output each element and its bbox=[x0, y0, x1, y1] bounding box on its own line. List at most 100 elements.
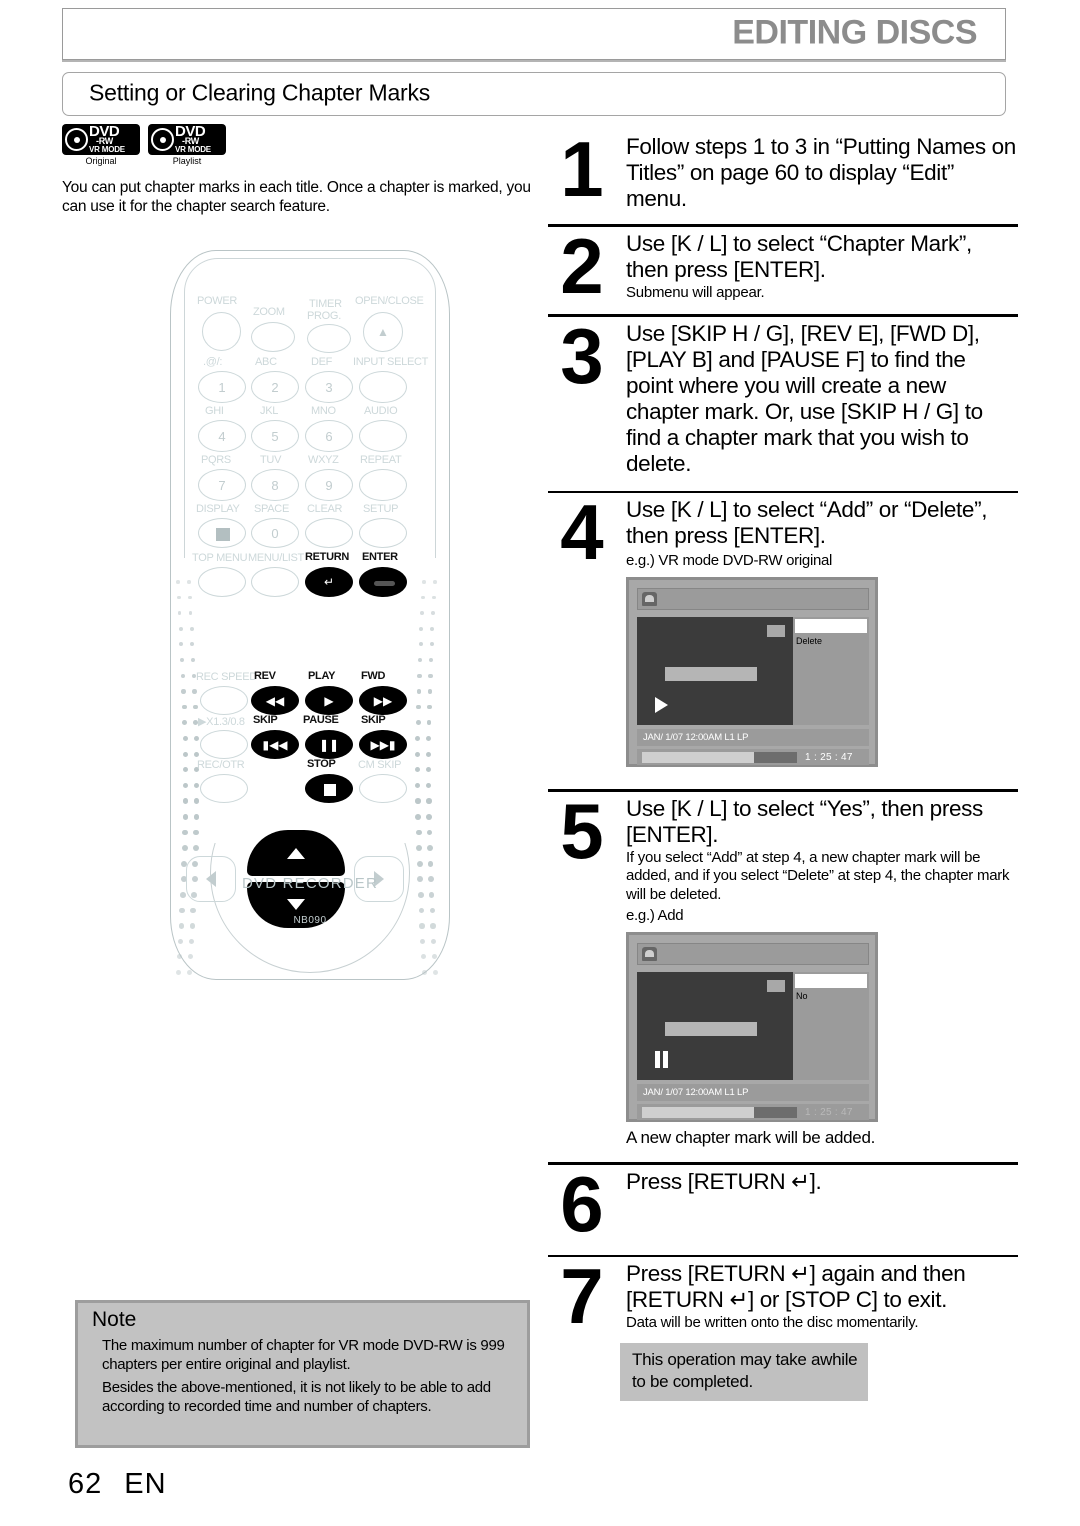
remote-texture-right bbox=[415, 580, 448, 975]
label-speed-x: ▶X1.3/0.8 bbox=[198, 715, 245, 728]
tv-progress-track[interactable] bbox=[642, 751, 797, 763]
return-button[interactable]: ↵ bbox=[305, 567, 353, 597]
label-rec-speed: REC SPEED bbox=[196, 671, 257, 683]
repeat-button[interactable] bbox=[359, 469, 407, 501]
tv-info-bar: JAN/ 1/07 12:00AM L1 LP bbox=[637, 1084, 869, 1101]
arrow-down-icon bbox=[287, 899, 305, 910]
skip-forward-button[interactable]: ▶▶▮ bbox=[359, 730, 407, 759]
tv-screen-mock-2: No JAN/ 1/07 12:00AM L1 LP 1 : 25 : 47 bbox=[626, 932, 878, 1122]
play-icon: ▶ bbox=[324, 693, 334, 708]
page-footer: 62 EN bbox=[68, 1468, 167, 1501]
step-2: 2 Use [K / L] to select “Chapter Mark”, … bbox=[548, 224, 1018, 307]
key-2-button[interactable]: 2 bbox=[251, 371, 299, 403]
key-0-number: 0 bbox=[271, 525, 279, 541]
note-title: Note bbox=[92, 1308, 137, 1331]
setup-button[interactable] bbox=[359, 518, 407, 548]
step-subtext: Data will be written onto the disc momen… bbox=[626, 1314, 919, 1331]
badge-caption: Original bbox=[85, 156, 117, 166]
step-subtext: If you select “Add” at step 4, a new cha… bbox=[626, 848, 1010, 903]
zoom-button[interactable] bbox=[251, 322, 295, 352]
tv-time-display: 1 : 25 : 47 bbox=[805, 751, 853, 763]
fwd-button[interactable]: ▶▶ bbox=[359, 686, 407, 715]
key-0-space-button[interactable]: 0 bbox=[251, 518, 299, 548]
step-3: 3 Use [SKIP H / G], [REV E], [FWD D], [P… bbox=[548, 314, 1018, 477]
tv-submenu-selected-item[interactable] bbox=[795, 619, 867, 633]
dvd-badge-box: DVD -RW VR MODE bbox=[62, 124, 140, 155]
operation-callout: This operation may take awhile to be com… bbox=[620, 1342, 868, 1401]
label-rec-otr: REC/OTR bbox=[197, 759, 245, 771]
step-4: 4 Use [K / L] to select “Add” or “Delete… bbox=[548, 488, 1018, 767]
key-4-number: 4 bbox=[218, 428, 226, 444]
label-enter: ENTER bbox=[362, 551, 398, 563]
menu-list-button[interactable] bbox=[251, 567, 299, 597]
lock-icon bbox=[642, 592, 657, 606]
rec-otr-button[interactable] bbox=[200, 774, 248, 803]
remote-control-illustration: POWER ZOOM TIMER PROG. OPEN/CLOSE ▲ .@/:… bbox=[150, 250, 470, 1010]
tv-submenu-option[interactable]: Delete bbox=[796, 636, 822, 646]
step-text: Use [K / L] to select “Chapter Mark”, th… bbox=[626, 230, 972, 282]
key-1-number: 1 bbox=[218, 379, 226, 395]
display-button[interactable] bbox=[198, 518, 246, 548]
stop-button[interactable] bbox=[305, 774, 353, 803]
key-5-button[interactable]: 5 bbox=[251, 420, 299, 452]
skip-back-button[interactable]: ▮◀◀ bbox=[251, 730, 299, 759]
audio-button[interactable] bbox=[359, 420, 407, 452]
key-9-button[interactable]: 9 bbox=[305, 469, 353, 501]
dvd-badge-box: DVD -RW VR MODE bbox=[148, 124, 226, 155]
step-number: 2 bbox=[560, 221, 604, 310]
playback-speed-button[interactable] bbox=[200, 730, 248, 759]
pause-button[interactable]: ❚❚ bbox=[305, 730, 353, 759]
key-7-button[interactable]: 7 bbox=[198, 469, 246, 501]
enter-dot-icon bbox=[374, 581, 395, 586]
step-text: Use [K / L] to select “Add” or “Delete”,… bbox=[626, 497, 988, 548]
timer-prog-button[interactable] bbox=[307, 324, 351, 353]
key-8-button[interactable]: 8 bbox=[251, 469, 299, 501]
label-audio: AUDIO bbox=[364, 405, 398, 417]
key-1-button[interactable]: 1 bbox=[198, 371, 246, 403]
tv-progress-track[interactable] bbox=[642, 1106, 797, 1118]
dvd-badge-original: DVD -RW VR MODE Original bbox=[62, 124, 140, 166]
clear-button[interactable] bbox=[305, 518, 353, 548]
skip-next-icon: ▶▶▮ bbox=[370, 737, 396, 752]
lock-icon bbox=[642, 947, 657, 961]
tv-submenu-option[interactable]: No bbox=[796, 991, 808, 1001]
play-button[interactable]: ▶ bbox=[305, 686, 353, 715]
label-key9-letters: WXYZ bbox=[308, 454, 339, 466]
step-subtext: Submenu will appear. bbox=[626, 283, 765, 301]
step-number: 4 bbox=[560, 488, 604, 576]
tv-video-area bbox=[637, 617, 793, 725]
key-4-button[interactable]: 4 bbox=[198, 420, 246, 452]
rec-speed-button[interactable] bbox=[200, 686, 248, 715]
label-key2-letters: ABC bbox=[255, 356, 277, 368]
label-return: RETURN bbox=[305, 551, 350, 563]
arrow-up-button[interactable] bbox=[247, 830, 345, 876]
tv-submenu[interactable]: Delete bbox=[793, 617, 869, 725]
tv-submenu-selected-item[interactable] bbox=[795, 974, 867, 988]
key-3-button[interactable]: 3 bbox=[305, 371, 353, 403]
key-3-number: 3 bbox=[325, 379, 333, 395]
label-power: POWER bbox=[197, 295, 238, 307]
tv-chip-indicator bbox=[767, 980, 785, 992]
step-text: Follow steps 1 to 3 in “Putting Names on… bbox=[626, 134, 1016, 211]
key-6-button[interactable]: 6 bbox=[305, 420, 353, 452]
label-timer: TIMER bbox=[309, 298, 342, 310]
label-skip-back: SKIP bbox=[253, 714, 278, 726]
rev-button[interactable]: ◀◀ bbox=[251, 686, 299, 715]
tv-title-placeholder bbox=[665, 1022, 757, 1036]
open-close-button[interactable]: ▲ bbox=[363, 312, 403, 352]
step-6: 6 Press [RETURN ↵]. bbox=[548, 1162, 1018, 1247]
tv-progress-fill bbox=[642, 1106, 754, 1118]
square-icon bbox=[216, 528, 230, 541]
power-button[interactable] bbox=[202, 312, 241, 351]
tv-screen-mock-1: Delete JAN/ 1/07 12:00AM L1 LP 1 : 25 : … bbox=[626, 577, 878, 767]
tv-submenu[interactable]: No bbox=[793, 972, 869, 1080]
cm-skip-button[interactable] bbox=[359, 774, 407, 803]
tv-progress-row: 1 : 25 : 47 bbox=[637, 749, 869, 765]
label-key3-letters: DEF bbox=[311, 356, 333, 368]
tv-progress-fill bbox=[642, 751, 754, 763]
top-menu-button[interactable] bbox=[198, 567, 246, 597]
input-select-button[interactable] bbox=[359, 371, 407, 403]
enter-button[interactable] bbox=[359, 567, 407, 597]
speed-x-text: X1.3/0.8 bbox=[206, 716, 245, 728]
label-key7-letters: PQRS bbox=[201, 454, 231, 466]
